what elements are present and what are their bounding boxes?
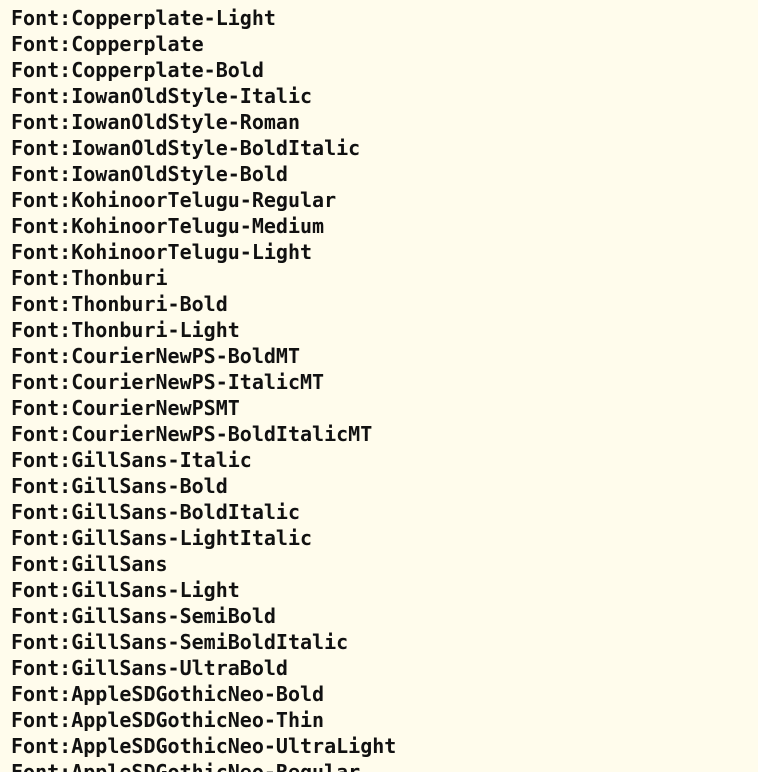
log-line: Font:IowanOldStyle-Roman	[11, 110, 300, 134]
console-output[interactable]: Font:Copperplate-Light Font:Copperplate …	[0, 0, 758, 772]
log-line: Font:GillSans	[11, 552, 168, 576]
log-line: Font:AppleSDGothicNeo-Thin	[11, 708, 325, 732]
log-line: Font:CourierNewPSMT	[11, 396, 240, 420]
log-line: Font:Copperplate-Bold	[11, 58, 264, 82]
log-line: Font:GillSans-Light	[11, 578, 240, 602]
log-line: Font:AppleSDGothicNeo-UltraLight	[11, 734, 397, 758]
log-line: Font:GillSans-LightItalic	[11, 526, 313, 550]
log-line: Font:GillSans-BoldItalic	[11, 500, 300, 524]
log-line: Font:KohinoorTelugu-Regular	[11, 188, 337, 212]
log-line: Font:IowanOldStyle-Bold	[11, 162, 288, 186]
log-line: Font:Thonburi-Bold	[11, 292, 228, 316]
log-line: Font:AppleSDGothicNeo-Regular	[11, 760, 361, 772]
log-line: Font:KohinoorTelugu-Medium	[11, 214, 325, 238]
log-line: Font:IowanOldStyle-Italic	[11, 84, 313, 108]
log-line: Font:GillSans-Italic	[11, 448, 252, 472]
log-line: Font:Copperplate	[11, 32, 204, 56]
log-line: Font:Thonburi	[11, 266, 168, 290]
log-line: Font:CourierNewPS-BoldMT	[11, 344, 300, 368]
log-line: Font:KohinoorTelugu-Light	[11, 240, 313, 264]
log-line: Font:GillSans-Bold	[11, 474, 228, 498]
log-line: Font:Copperplate-Light	[11, 6, 276, 30]
log-line: Font:CourierNewPS-BoldItalicMT	[11, 422, 373, 446]
log-line: Font:GillSans-SemiBoldItalic	[11, 630, 349, 654]
log-line: Font:GillSans-SemiBold	[11, 604, 276, 628]
log-line: Font:AppleSDGothicNeo-Bold	[11, 682, 325, 706]
log-line: Font:GillSans-UltraBold	[11, 656, 288, 680]
log-line: Font:IowanOldStyle-BoldItalic	[11, 136, 361, 160]
log-line-list: Font:Copperplate-Light Font:Copperplate …	[11, 5, 396, 772]
log-line: Font:CourierNewPS-ItalicMT	[11, 370, 325, 394]
log-line: Font:Thonburi-Light	[11, 318, 240, 342]
